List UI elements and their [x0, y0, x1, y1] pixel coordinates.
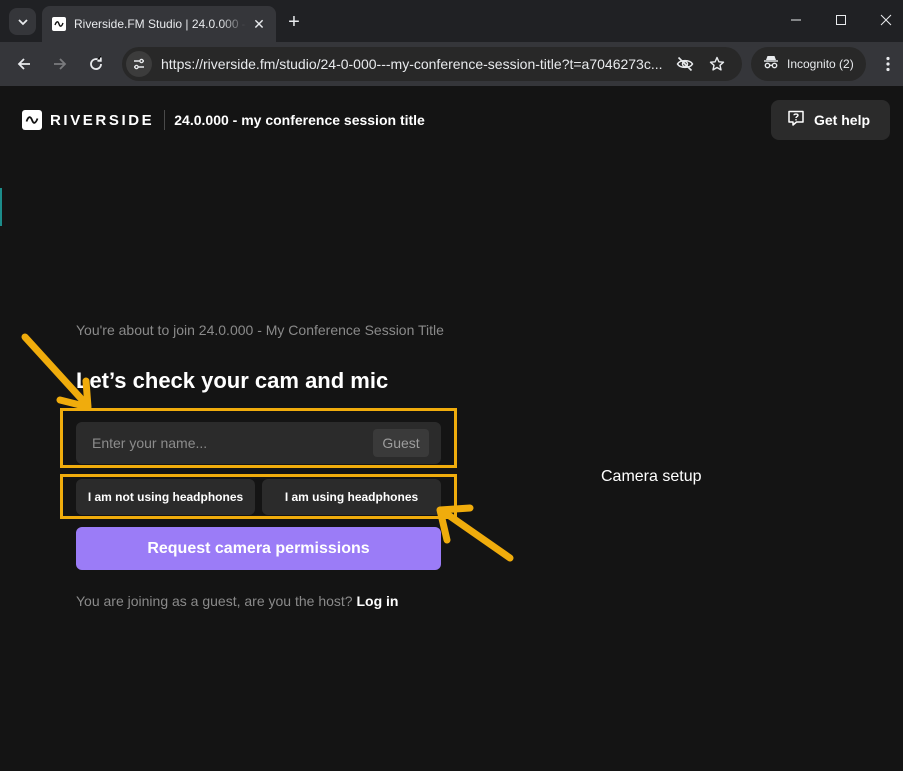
incognito-label: Incognito (2): [787, 57, 854, 71]
riverside-wordmark: RIVERSIDE: [50, 111, 155, 129]
browser-toolbar: https://riverside.fm/studio/24-0-000---m…: [0, 42, 903, 86]
left-edge-accent: [0, 188, 2, 226]
url-text[interactable]: https://riverside.fm/studio/24-0-000---m…: [161, 56, 671, 72]
eye-off-icon[interactable]: [672, 51, 698, 77]
brand-divider: [164, 110, 166, 130]
site-settings-icon[interactable]: [126, 51, 152, 77]
session-title: 24.0.000 - my conference session title: [174, 112, 425, 128]
star-icon[interactable]: [704, 51, 730, 77]
log-in-link[interactable]: Log in: [356, 593, 398, 609]
join-intro-text: You're about to join 24.0.000 - My Confe…: [76, 322, 444, 338]
forward-arrow-icon[interactable]: [46, 50, 74, 78]
maximize-icon[interactable]: [818, 0, 864, 40]
browser-tab[interactable]: Riverside.FM Studio | 24.0.000 - my conf…: [42, 6, 276, 42]
get-help-button[interactable]: Get help: [771, 100, 890, 140]
tab-title: Riverside.FM Studio | 24.0.000 - my conf…: [74, 17, 246, 31]
riverside-logo-icon: [22, 110, 42, 130]
get-help-label: Get help: [814, 112, 871, 128]
help-chat-icon: [787, 109, 805, 132]
incognito-icon: [763, 55, 779, 74]
incognito-indicator[interactable]: Incognito (2): [751, 47, 866, 81]
page-heading: Let’s check your cam and mic: [76, 368, 389, 393]
highlight-headphone-buttons: [60, 474, 457, 519]
brand-header: RIVERSIDE 24.0.000 - my conference sessi…: [22, 110, 425, 130]
close-icon[interactable]: ✕: [250, 15, 268, 33]
camera-setup-label: Camera setup: [601, 468, 702, 485]
highlight-name-field: [60, 408, 457, 468]
address-bar[interactable]: https://riverside.fm/studio/24-0-000---m…: [122, 47, 742, 81]
plus-icon[interactable]: +: [282, 10, 306, 34]
reload-icon[interactable]: [82, 50, 110, 78]
tab-search-icon[interactable]: [9, 8, 36, 35]
guest-host-prompt: You are joining as a guest, are you the …: [76, 593, 398, 609]
close-window-icon[interactable]: [863, 0, 903, 40]
back-arrow-icon[interactable]: [10, 50, 38, 78]
browser-tab-strip: Riverside.FM Studio | 24.0.000 - my conf…: [0, 0, 903, 42]
guest-prompt-text: You are joining as a guest, are you the …: [76, 593, 353, 609]
request-camera-permissions-button[interactable]: Request camera permissions: [76, 527, 441, 570]
more-vert-icon[interactable]: [876, 52, 900, 76]
minimize-icon[interactable]: [773, 0, 819, 40]
riverside-favicon: [52, 17, 66, 31]
